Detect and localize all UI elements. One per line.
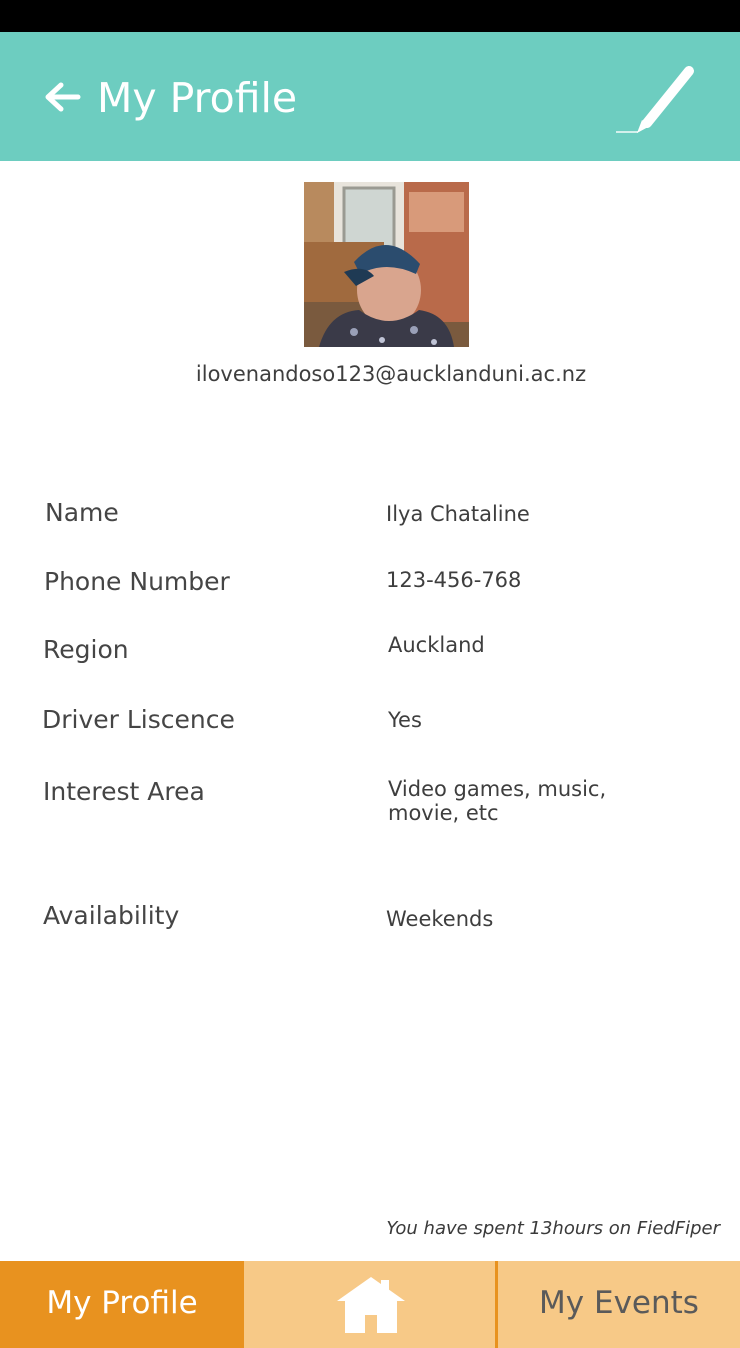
field-label-availability: Availability [43, 901, 180, 930]
avatar [304, 182, 469, 347]
field-label-driver-licence: Driver Liscence [42, 705, 235, 734]
back-button[interactable] [42, 80, 82, 114]
status-bar [0, 0, 740, 32]
interest-area-line: movie, etc [388, 801, 499, 825]
field-label-region: Region [43, 635, 129, 664]
field-value-phone: 123-456-768 [386, 568, 522, 592]
arrow-left-icon [45, 82, 81, 112]
bottom-nav: My Profile My Events [0, 1261, 740, 1348]
field-label-name: Name [45, 498, 119, 527]
tab-my-profile-label: My Profile [46, 1285, 198, 1321]
field-value-region: Auckland [388, 633, 485, 657]
field-value-driver-licence: Yes [388, 708, 422, 732]
field-value-interest-area: Video games, music, movie, etc [388, 777, 606, 825]
field-label-interest-area: Interest Area [43, 777, 205, 806]
tab-home[interactable] [244, 1261, 495, 1348]
tab-my-profile[interactable]: My Profile [0, 1261, 244, 1348]
app-bar: My Profile [0, 32, 740, 161]
tab-my-events[interactable]: My Events [498, 1261, 740, 1348]
field-label-phone: Phone Number [44, 567, 230, 596]
field-value-name: Ilya Chataline [386, 502, 530, 526]
edit-profile-button[interactable] [606, 62, 702, 138]
home-icon [337, 1277, 405, 1333]
page-title: My Profile [97, 74, 298, 122]
pencil-icon [616, 66, 694, 133]
field-value-availability: Weekends [386, 907, 494, 931]
usage-note: You have spent 13hours on FiedFiper [386, 1218, 720, 1239]
email-text: ilovenandoso123@aucklanduni.ac.nz [195, 362, 587, 386]
tab-my-events-label: My Events [539, 1285, 699, 1321]
interest-area-line: Video games, music, [388, 777, 607, 801]
